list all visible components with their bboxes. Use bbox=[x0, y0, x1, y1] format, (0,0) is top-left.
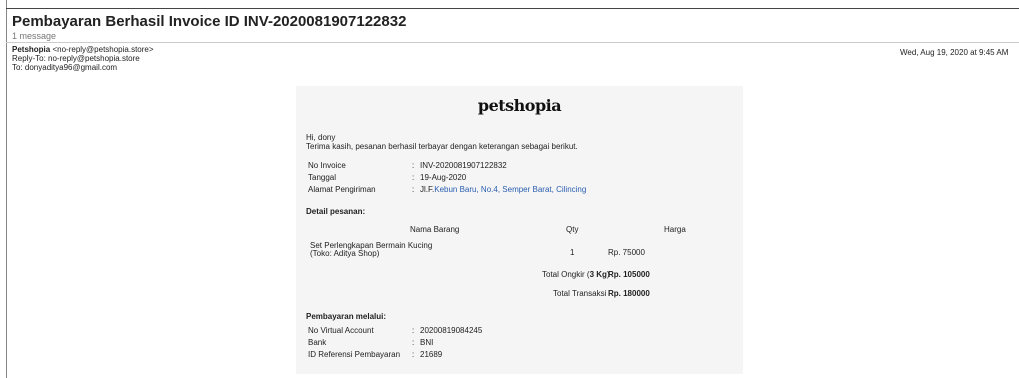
sender-address: <no-reply@petshopia.store> bbox=[52, 45, 154, 54]
col-item-header: Nama Barang bbox=[410, 225, 460, 234]
email-date: Wed, Aug 19, 2020 at 9:45 AM bbox=[900, 48, 1009, 57]
bank-sep: : bbox=[412, 338, 415, 347]
item-qty: 1 bbox=[570, 248, 575, 257]
date-value: 19-Aug-2020 bbox=[420, 173, 467, 182]
petshopia-logo: petshopia bbox=[477, 96, 562, 115]
invoice-label: No Invoice bbox=[308, 161, 346, 170]
date-sep: : bbox=[412, 173, 415, 182]
total-value: Rp. 180000 bbox=[608, 289, 650, 298]
item-price: Rp. 75000 bbox=[608, 248, 645, 257]
sender-block: Petshopia <no-reply@petshopia.store> Rep… bbox=[12, 45, 154, 72]
invoice-value: INV-2020081907122832 bbox=[420, 161, 507, 170]
va-sep: : bbox=[412, 326, 415, 335]
header-divider bbox=[6, 42, 1019, 43]
col-price-header: Harga bbox=[664, 225, 686, 234]
col-qty-header: Qty bbox=[566, 225, 579, 234]
sender-name: Petshopia bbox=[12, 45, 51, 54]
top-divider bbox=[6, 8, 1019, 9]
ref-sep: : bbox=[412, 350, 415, 359]
shipping-weight: 3 Kg bbox=[589, 270, 607, 279]
reply-to-line: Reply-To: no-reply@petshopia.store bbox=[12, 54, 140, 63]
frame-border bbox=[6, 0, 7, 378]
shipping-label: Total Ongkir (3 Kg) bbox=[542, 270, 610, 279]
address-label: Alamat Pengiriman bbox=[308, 185, 376, 194]
address-value: Jl.F.Kebun Baru, No.4, Semper Barat, Cil… bbox=[420, 185, 586, 194]
date-label: Tanggal bbox=[308, 173, 337, 182]
ref-label: ID Referensi Pembayaran bbox=[308, 350, 401, 359]
address-sep: : bbox=[412, 185, 415, 194]
to-line: To: donyaditya96@gmail.com bbox=[12, 63, 118, 72]
address-prefix: Jl.F. bbox=[420, 185, 435, 194]
detail-heading: Detail pesanan: bbox=[306, 207, 366, 216]
message-count: 1 message bbox=[12, 31, 57, 41]
shipping-value: Rp. 105000 bbox=[608, 270, 650, 279]
intro-text: Terima kasih, pesanan berhasil terbayar … bbox=[306, 142, 578, 151]
invoice-sep: : bbox=[412, 161, 415, 170]
shipping-label-text: Total Ongkir ( bbox=[542, 270, 590, 279]
payment-heading: Pembayaran melalui: bbox=[306, 312, 387, 321]
email-body-card: petshopia Hi, dony Terima kasih, pesanan… bbox=[296, 86, 743, 374]
total-label: Total Transaksi bbox=[553, 289, 607, 298]
va-label: No Virtual Account bbox=[308, 326, 374, 335]
address-link[interactable]: Kebun Baru, No.4, Semper Barat, Cilincin… bbox=[434, 185, 586, 194]
email-subject: Pembayaran Berhasil Invoice ID INV-20200… bbox=[12, 13, 407, 30]
va-value: 20200819084245 bbox=[420, 326, 483, 335]
item-shop: (Toko: Aditya Shop) bbox=[310, 249, 380, 258]
ref-value: 21689 bbox=[420, 350, 443, 359]
greeting: Hi, dony bbox=[306, 133, 336, 142]
from-line: Petshopia <no-reply@petshopia.store> bbox=[12, 45, 154, 54]
bank-label: Bank bbox=[308, 338, 327, 347]
bank-value: BNI bbox=[420, 338, 434, 347]
